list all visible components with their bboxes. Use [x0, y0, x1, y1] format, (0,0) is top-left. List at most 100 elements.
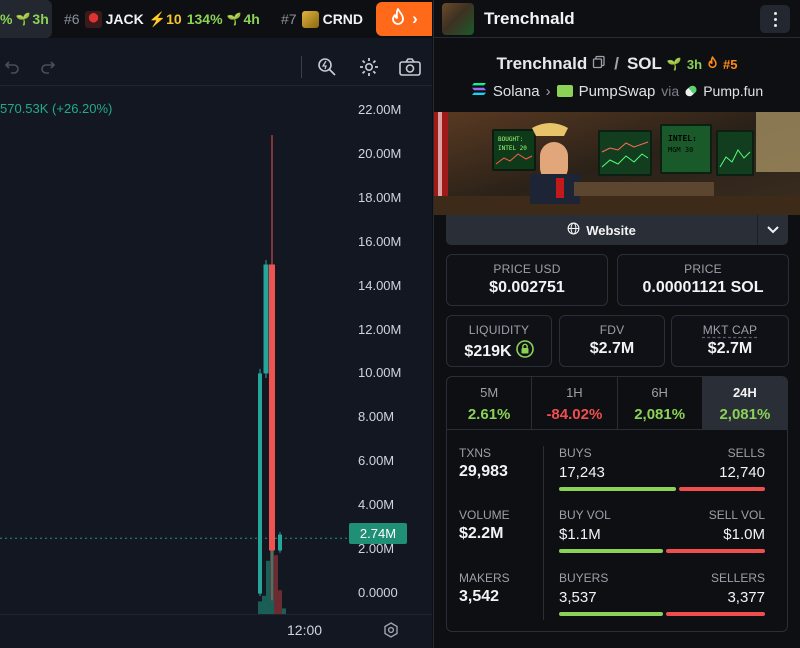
more-menu-button[interactable]	[760, 5, 790, 33]
ticker-age: 3h	[32, 11, 49, 27]
ticker-item-jack[interactable]: #6 JACK ⚡ 10 134% 🌱 4h	[64, 0, 264, 38]
buyers-value: 3,537	[559, 589, 597, 606]
sprout-icon: 🌱	[666, 57, 682, 71]
buy-bar-segment	[559, 549, 663, 553]
chart-settings-icon[interactable]	[356, 54, 382, 80]
ticker-change-fragment: %	[0, 11, 13, 27]
candle-body	[263, 264, 269, 374]
pair-title-row: Trenchnald / SOL 🌱 3h #5	[434, 53, 800, 75]
solana-icon	[471, 82, 487, 100]
pair-separator: /	[614, 54, 619, 73]
period-change: 2,081%	[634, 406, 686, 423]
axis-settings-icon[interactable]	[382, 621, 400, 644]
makers-stat: MAKERS 3,542	[459, 571, 510, 606]
volume-bar	[274, 555, 278, 614]
banner-screen1-line2: INTEL 20	[498, 145, 527, 152]
fdv-value: $2.7M	[589, 340, 635, 357]
period-label: 1H	[566, 385, 583, 400]
ticker-item-crnd[interactable]: #7 CRND	[281, 0, 368, 38]
volume-stat: VOLUME $2.2M	[459, 508, 510, 543]
website-dropdown-button[interactable]	[758, 215, 788, 245]
volume-bar	[278, 590, 282, 614]
period-change: 2,081%	[719, 406, 771, 423]
liquidity-value: $219K	[464, 342, 512, 360]
fdv-label: FDV	[599, 323, 625, 337]
camera-icon[interactable]	[397, 54, 423, 80]
chart-toolbar	[0, 48, 432, 86]
pair-base: Trenchnald	[496, 54, 588, 73]
sell-bar-segment	[666, 549, 765, 553]
period-label: 6H	[651, 385, 668, 400]
dot	[773, 17, 777, 21]
banner-screen2-line2: MGM 30	[668, 146, 693, 154]
sellers-label: SELLERS	[710, 571, 765, 585]
banner-screen2-line1: INTEL:	[668, 134, 697, 143]
price-usd-value: $0.002751	[489, 279, 565, 296]
volume-label: VOLUME	[459, 508, 510, 522]
copy-icon[interactable]	[592, 54, 606, 74]
fdv-box: FDV $2.7M	[559, 315, 665, 367]
ticker-symbol: JACK	[105, 11, 144, 27]
candle-body	[258, 373, 262, 594]
period-tab-24h[interactable]: 24H 2,081%	[702, 377, 787, 429]
period-label: 5M	[480, 385, 499, 400]
website-row: Website	[446, 215, 788, 245]
price-usd-label: PRICE USD	[493, 262, 561, 276]
via-label: via	[661, 83, 680, 99]
buy-bar-segment	[559, 487, 676, 491]
txns-value: 29,983	[459, 463, 508, 480]
chart-pane: % 🌱 3h #6 JACK ⚡ 10 134% 🌱 4h #7 CRND ›	[0, 0, 432, 648]
buys-value: 17,243	[559, 464, 605, 481]
ticker-item-partial[interactable]: % 🌱 3h	[0, 0, 52, 38]
sell-vol-value: $1.0M	[723, 526, 765, 543]
pumpswap-icon	[556, 85, 573, 97]
boost-bolt-icon: ⚡	[148, 10, 167, 27]
sell-bar-segment	[679, 487, 765, 491]
trending-toggle-button[interactable]: ›	[376, 2, 432, 36]
sprout-icon: 🌱	[15, 12, 31, 26]
period-tab-6h[interactable]: 6H 2,081%	[618, 377, 703, 429]
price-usd-box: PRICE USD $0.002751	[446, 254, 608, 306]
time-axis: 12:00	[0, 614, 432, 648]
sprout-icon: 🌱	[226, 12, 242, 26]
buyers-label: BUYERS	[559, 571, 609, 585]
website-button[interactable]: Website	[446, 215, 758, 245]
period-tab-5m[interactable]: 5M 2.61%	[447, 377, 533, 429]
dot	[773, 23, 777, 27]
buys-label: BUYS	[559, 446, 592, 460]
volume-bar	[258, 601, 262, 614]
redo-icon[interactable]	[36, 54, 62, 80]
buy-sell-volume-split: BUY VOL SELL VOL $1.1M $1.0M	[559, 508, 765, 553]
magnet-search-icon[interactable]	[314, 54, 340, 80]
sells-label: SELLS	[727, 446, 765, 460]
fire-icon	[390, 7, 406, 31]
globe-icon	[567, 222, 580, 238]
period-change: -84.02%	[546, 406, 603, 423]
price-sol-label: PRICE	[684, 262, 722, 276]
chain-name[interactable]: Solana	[493, 83, 540, 100]
period-tab-1h[interactable]: 1H -84.02%	[532, 377, 618, 429]
toolbar-divider	[301, 56, 302, 78]
sell-bar-segment	[666, 612, 765, 616]
ticker-change: 134%	[186, 11, 223, 27]
pair-rank: #5	[723, 56, 738, 72]
token-avatar	[442, 3, 474, 35]
undo-icon[interactable]	[0, 54, 24, 80]
price-sol-box: PRICE 0.00001121 SOL	[617, 254, 789, 306]
pair-info-panel: Trenchnald Trenchnald / SOL 🌱 3h #5 Sola…	[433, 0, 800, 648]
period-tabs: 5M 2.61% 1H -84.02% 6H 2,081% 24H 2,081%	[446, 376, 788, 430]
time-axis-label: 12:00	[287, 622, 323, 638]
tx-divider	[543, 446, 544, 620]
banner-screen1-line1: BOUGHT:	[498, 136, 523, 143]
pair-header: Trenchnald	[434, 0, 800, 38]
volume-bar	[262, 595, 266, 614]
liquidity-value-row: $219K	[447, 340, 551, 363]
sells-value: 12,740	[719, 464, 765, 481]
buys-sells-split: BUYS SELLS 17,243 12,740	[559, 446, 765, 491]
dex-name[interactable]: PumpSwap	[579, 83, 656, 100]
mkt-cap-label: MKT CAP	[702, 323, 758, 337]
pair-quote: SOL	[626, 54, 662, 73]
lock-icon[interactable]	[515, 340, 534, 363]
via-dex-name[interactable]: Pump.fun	[703, 83, 763, 99]
transactions-panel: TXNS 29,983 VOLUME $2.2M MAKERS 3,542 BU…	[446, 430, 788, 632]
